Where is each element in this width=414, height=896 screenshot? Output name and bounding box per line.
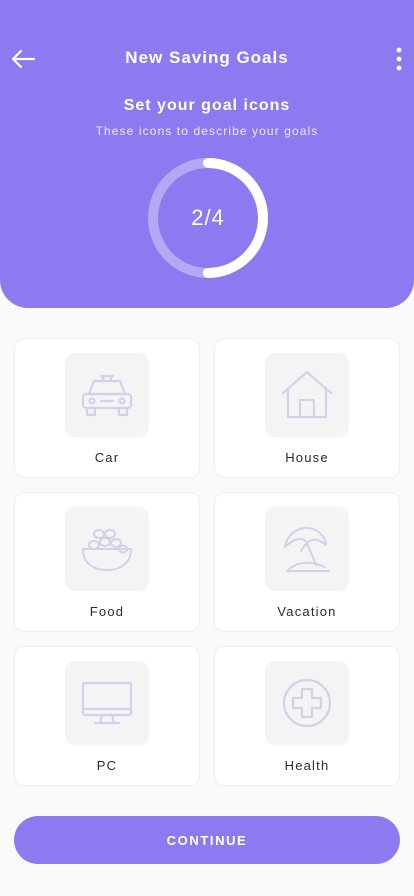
goal-icon-tile	[265, 353, 349, 437]
progress-counter: 2/4	[191, 205, 225, 230]
goal-icon-tile	[265, 661, 349, 745]
goal-card-health[interactable]: Health	[214, 646, 400, 786]
goal-label: Health	[284, 758, 330, 773]
more-vertical-icon	[396, 47, 402, 71]
goal-card-pc[interactable]: PC	[14, 646, 200, 786]
goal-icon-tile	[65, 661, 149, 745]
medical-cross-icon	[282, 678, 332, 728]
goal-label: Car	[94, 450, 120, 465]
goal-card-vacation[interactable]: Vacation	[214, 492, 400, 632]
goal-icon-tile	[65, 353, 149, 437]
goal-label: PC	[96, 758, 118, 773]
house-icon	[281, 370, 333, 419]
section-caption: These icons to describe your goals	[95, 124, 319, 138]
goal-card-house[interactable]: House	[214, 338, 400, 478]
more-menu-button[interactable]	[386, 44, 412, 74]
goal-label: Vacation	[277, 604, 337, 619]
goal-label: House	[285, 450, 329, 465]
monitor-icon	[81, 681, 133, 725]
food-bowl-icon	[82, 529, 132, 571]
continue-button[interactable]: CONTINUE	[14, 816, 400, 864]
page-title: New Saving Goals	[125, 48, 289, 67]
goal-icon-tile	[65, 507, 149, 591]
section-heading: Set your goal icons	[123, 97, 291, 114]
beach-umbrella-icon	[284, 527, 330, 572]
goal-card-food[interactable]: Food	[14, 492, 200, 632]
car-icon	[81, 374, 133, 417]
goal-card-car[interactable]: Car	[14, 338, 200, 478]
goal-label: Food	[89, 604, 125, 619]
goal-icon-tile	[265, 507, 349, 591]
screen: New Saving Goals Set your goal icons The…	[0, 0, 414, 896]
header: New Saving Goals Set your goal icons The…	[0, 0, 414, 308]
